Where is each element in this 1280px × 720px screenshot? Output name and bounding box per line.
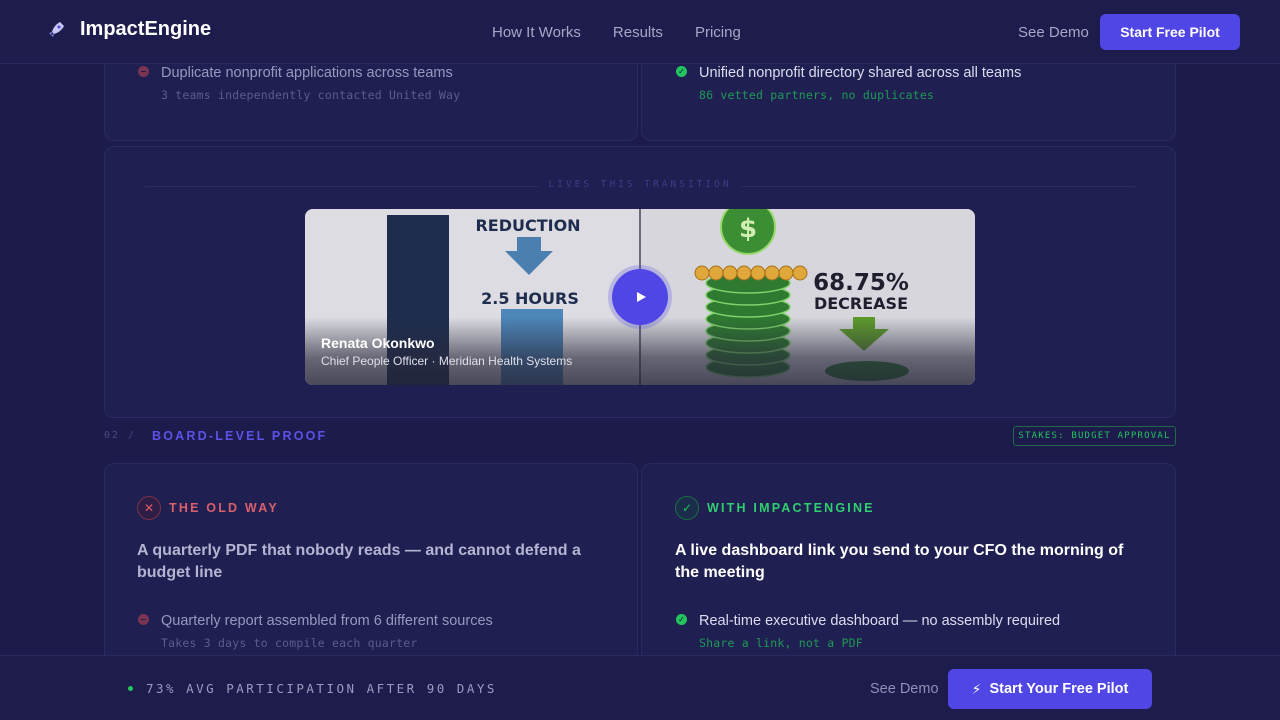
list-item: Quarterly report assembled from 6 differ… [138,612,493,650]
play-button[interactable] [612,269,668,325]
item-title: Real-time executive dashboard — no assem… [699,613,1061,629]
minus-icon [138,614,149,625]
play-icon [637,292,646,302]
item-subtitle: Share a link, not a PDF [699,636,863,650]
start-your-free-pilot-button[interactable]: ⚡ Start Your Free Pilot [948,669,1152,709]
section-number: 02 / [104,430,137,441]
list-item: Duplicate nonprofit applications across … [138,64,460,102]
section-title: BOARD-LEVEL PROOF [152,429,328,443]
minus-icon [138,66,149,77]
with-impactengine-header: ✓ WITH IMPACTENGINE [675,496,875,520]
video-player[interactable]: $ REDUCTION 2.5 HOURS 68.75% DECREASE Re… [305,209,975,385]
svg-text:$: $ [739,214,757,244]
sticky-cta-bar: 73% AVG PARTICIPATION AFTER 90 DAYS See … [0,655,1280,720]
nav-links: How It Works Results Pricing [492,24,773,41]
item-subtitle: Takes 3 days to compile each quarter [161,636,418,650]
list-item: Unified nonprofit directory shared acros… [676,64,1021,102]
nav-link-pricing[interactable]: Pricing [695,24,741,41]
nav-link-how-it-works[interactable]: How It Works [492,24,581,41]
check-icon [676,614,687,625]
item-subtitle: 3 teams independently contacted United W… [161,88,461,102]
item-title: Quarterly report assembled from 6 differ… [161,613,493,629]
thumbnail-decrease-text: DECREASE [814,294,908,313]
lightning-icon: ⚡ [971,680,982,697]
check-icon [676,66,687,77]
thumbnail-hours-text: 2.5 HOURS [481,289,579,308]
presenter-role: Chief People Officer · Meridian Health S… [321,354,573,368]
video-caption-overlay [305,317,975,385]
nav-see-demo-link[interactable]: See Demo [1018,24,1089,41]
rocket-icon [49,21,64,37]
item-title: Unified nonprofit directory shared acros… [699,65,1022,81]
start-free-pilot-button[interactable]: Start Free Pilot [1100,14,1240,50]
stakes-badge: STAKES: BUDGET APPROVAL [1013,426,1176,446]
old-way-header: ✕ THE OLD WAY [137,496,279,520]
thumbnail-percent-text: 68.75% [813,270,909,296]
video-section-label: LIVES THIS TRANSITION [105,179,1175,190]
thumbnail-reduction-text: REDUCTION [475,216,580,235]
nav-link-results[interactable]: Results [613,24,663,41]
presenter-name: Renata Okonkwo [321,335,435,351]
bottom-see-demo-link[interactable]: See Demo [870,681,939,697]
brand[interactable]: ImpactEngine [46,18,211,41]
old-way-headline: A quarterly PDF that nobody reads — and … [137,542,581,581]
top-nav: ImpactEngine How It Works Results Pricin… [0,0,1280,64]
item-title: Duplicate nonprofit applications across … [161,65,453,81]
with-impactengine-label: WITH IMPACTENGINE [707,501,875,515]
x-icon: ✕ [137,496,161,520]
brand-name: ImpactEngine [80,18,212,40]
old-way-label: THE OLD WAY [169,501,279,515]
item-subtitle: 86 vetted partners, no duplicates [699,88,935,102]
status-dot [128,686,133,691]
list-item: Real-time executive dashboard — no assem… [676,612,1060,650]
check-icon: ✓ [675,496,699,520]
with-impactengine-headline: A live dashboard link you send to your C… [675,542,1124,581]
cta-label: Start Your Free Pilot [989,681,1129,697]
participation-stat: 73% AVG PARTICIPATION AFTER 90 DAYS [146,681,497,696]
video-testimonial-card: LIVES THIS TRANSITION $ REDUCTION 2.5 HO… [104,146,1176,418]
